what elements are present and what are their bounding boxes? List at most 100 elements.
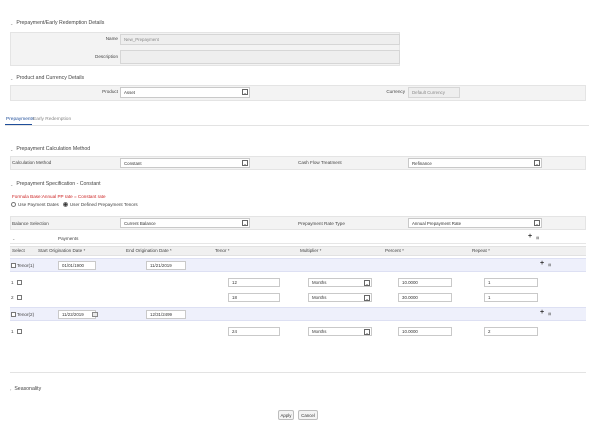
description-field[interactable]: [120, 50, 400, 64]
radio-use-payment-dates[interactable]: [11, 202, 16, 207]
tenor-2-checkbox[interactable]: [11, 312, 16, 317]
chevron-down-icon[interactable]: ⌄: [534, 220, 540, 226]
collapse-icon[interactable]: ⌄: [10, 147, 13, 152]
calc-method-select[interactable]: Constant ⌄: [120, 158, 250, 168]
row-checkbox[interactable]: [16, 329, 22, 334]
multiplier-value: Months: [312, 280, 327, 285]
tenor-1-start-date[interactable]: 01/01/1900: [58, 261, 96, 270]
currency-field[interactable]: Default Currency: [408, 87, 460, 98]
tenor-1-row-1-select: 1: [11, 280, 22, 285]
add-tenor-plus-icon[interactable]: +: [528, 233, 532, 240]
balance-selection-label: Balance Selection: [12, 221, 49, 226]
tenor-2-row-1-percent[interactable]: 10.0000: [398, 327, 452, 336]
tenor-2-row-1-repeat[interactable]: 2: [484, 327, 538, 336]
product-select-value: Asset: [124, 90, 135, 95]
add-row-plus-icon[interactable]: +: [540, 260, 544, 267]
tab-early-redemption[interactable]: Early Redemption: [33, 117, 71, 122]
tenor-1-row-2-tenor[interactable]: 18: [228, 293, 280, 302]
col-percent: Percent *: [385, 248, 404, 253]
details-section-header[interactable]: ⌄ Prepayment/Early Redemption Details: [10, 20, 104, 26]
currency-label: Currency: [386, 89, 405, 94]
radio-use-payment-dates-label: Use Payment Dates: [18, 202, 59, 207]
col-tenor: Tenor *: [215, 248, 230, 253]
tenor-1-row-1-tenor[interactable]: 12: [228, 278, 280, 287]
calc-method-label: Calculation Method: [12, 160, 52, 165]
balance-selection-select[interactable]: Current Balance ⌄: [120, 218, 250, 228]
chevron-down-icon[interactable]: ⌄: [364, 280, 370, 286]
row-checkbox[interactable]: [16, 295, 22, 300]
tab-divider: [5, 125, 589, 126]
collapse-icon[interactable]: ⌄: [10, 21, 13, 26]
product-section-title: Product and Currency Details: [16, 75, 85, 81]
col-repeat: Repeat *: [472, 248, 490, 253]
tenor-2-label: Tenor(2): [17, 312, 35, 317]
tenor-2-row-1-multiplier[interactable]: Months ⌄: [308, 327, 372, 336]
tenor-1-end-date[interactable]: 11/21/2019: [146, 261, 186, 270]
radio-user-defined-tenors-label: User Defined Prepayment Tenors: [69, 202, 138, 207]
details-section-title: Prepayment/Early Redemption Details: [16, 20, 105, 26]
chevron-down-icon[interactable]: ⌄: [242, 220, 248, 226]
tenor-1-row-2-select: 2: [11, 295, 22, 300]
seasonality-title: Seasonality: [14, 386, 42, 392]
calc-method-value: Constant: [124, 160, 142, 166]
tenor-2-row-1-tenor[interactable]: 24: [228, 327, 280, 336]
calc-section-title: Prepayment Calculation Method: [16, 146, 91, 152]
tenor-1-row-1-percent[interactable]: 10.0000: [398, 278, 452, 287]
rate-type-select[interactable]: Annual Prepayment Rate ⌄: [408, 218, 542, 228]
chevron-down-icon[interactable]: ⌄: [364, 295, 370, 301]
payments-toolbar: [10, 234, 586, 244]
delete-row-icon[interactable]: ▤: [548, 312, 551, 316]
row-number: 2: [11, 295, 14, 300]
calendar-icon[interactable]: [92, 312, 98, 317]
spec-section-title: Prepayment Specification - Constant: [16, 181, 101, 187]
tab-prepayments[interactable]: Prepayments: [6, 117, 34, 122]
formula-text: Formula Base:Annual PP rate = Constant r…: [12, 194, 106, 199]
cash-flow-value: Refinance: [412, 160, 432, 166]
cash-flow-select[interactable]: Refinance ⌄: [408, 158, 542, 168]
multiplier-value: Months: [312, 329, 327, 334]
col-end-origination: End Origination Date *: [126, 248, 172, 253]
cash-flow-label: Cash Flow Treatment: [298, 160, 342, 165]
spec-section-header[interactable]: ⌄ Prepayment Specification - Constant: [10, 181, 101, 187]
expand-icon[interactable]: ›: [10, 387, 11, 392]
tenor-1-label: Tenor(1): [17, 263, 35, 268]
delete-row-icon[interactable]: ▤: [548, 263, 551, 267]
calc-section-header[interactable]: ⌄ Prepayment Calculation Method: [10, 146, 90, 152]
collapse-icon[interactable]: ⌄: [10, 76, 13, 81]
chevron-down-icon[interactable]: ⌄: [242, 160, 248, 166]
name-label: Name: [105, 36, 118, 41]
row-number: 1: [11, 280, 14, 285]
chevron-down-icon[interactable]: ⌄: [364, 329, 370, 335]
row-number: 1: [11, 329, 14, 334]
cancel-button[interactable]: Cancel: [298, 410, 318, 420]
seasonality-section-header[interactable]: › Seasonality: [10, 386, 41, 392]
rate-type-label: Prepayment Rate Type: [298, 221, 345, 226]
multiplier-value: Months: [312, 295, 327, 300]
name-field[interactable]: New_Prepayment: [120, 34, 400, 45]
tenor-2-select: Tenor(2): [11, 312, 34, 317]
tenor-2-end-date[interactable]: 12/31/2499: [146, 310, 186, 319]
tenor-2-row-1-select: 1: [11, 329, 22, 334]
add-row-plus-icon[interactable]: +: [540, 309, 544, 316]
payments-header-row: [10, 246, 586, 256]
collapse-icon[interactable]: ⌄: [10, 182, 13, 187]
tenor-1-row-2-multiplier[interactable]: Months ⌄: [308, 293, 372, 302]
payments-collapse-icon[interactable]: ⌄: [12, 236, 15, 241]
product-label: Product: [102, 89, 118, 94]
row-checkbox[interactable]: [16, 280, 22, 285]
tenor-1-checkbox[interactable]: [11, 263, 16, 268]
chevron-down-icon[interactable]: ⌄: [242, 89, 248, 95]
apply-button[interactable]: Apply: [278, 410, 294, 420]
product-section-header[interactable]: ⌄ Product and Currency Details: [10, 75, 84, 81]
product-select[interactable]: Asset ⌄: [120, 87, 250, 98]
radio-user-defined-tenors[interactable]: [62, 202, 68, 207]
tenor-1-row-1-multiplier[interactable]: Months ⌄: [308, 278, 372, 287]
tenor-1-row-2-repeat[interactable]: 1: [484, 293, 538, 302]
tenor-1-row-2-percent[interactable]: 30.0000: [398, 293, 452, 302]
tenor-1-row-1-repeat[interactable]: 1: [484, 278, 538, 287]
grid-bottom-divider: [10, 372, 586, 373]
tenor-2-start-date[interactable]: 11/22/2019: [58, 310, 96, 319]
chevron-down-icon[interactable]: ⌄: [534, 160, 540, 166]
delete-tenor-icon[interactable]: ▤: [536, 236, 539, 240]
col-select: Select: [12, 248, 25, 253]
